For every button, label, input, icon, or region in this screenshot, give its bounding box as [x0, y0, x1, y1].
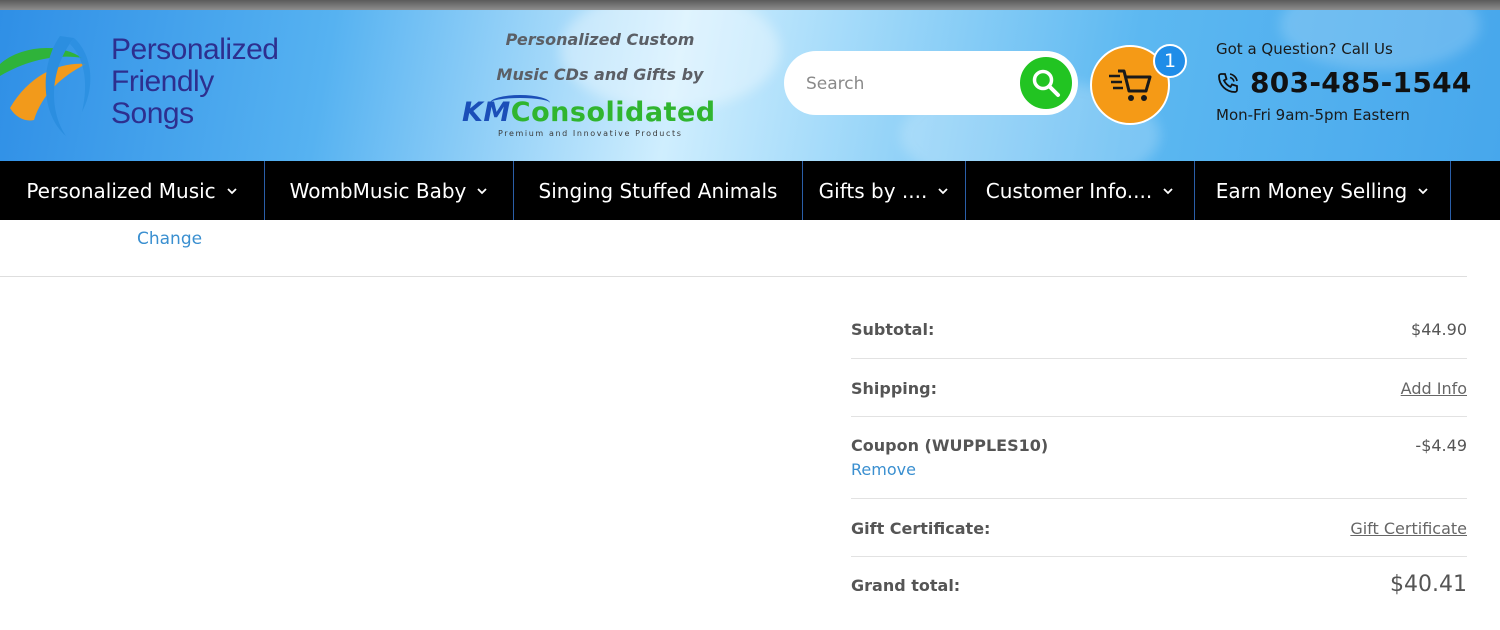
nav-item-label: Customer Info.... — [985, 178, 1153, 203]
tagline-line-2: Music CDs and Gifts by — [496, 65, 704, 84]
coupon-value: -$4.49 — [1415, 436, 1467, 455]
change-link[interactable]: Change — [137, 229, 202, 249]
nav-item-label: Earn Money Selling — [1215, 178, 1408, 203]
partner-logo-subtitle: Premium and Innovative Products — [498, 129, 683, 138]
nav-item-gifts-by[interactable]: Gifts by .... — [803, 161, 966, 220]
chevron-down-icon — [227, 187, 237, 194]
contact-hours: Mon-Fri 9am-5pm Eastern — [1216, 106, 1410, 124]
top-strip — [0, 0, 1500, 10]
coupon-row: Coupon (WUPPLES10) -$4.49 Remove — [851, 417, 1467, 499]
partner-logo-km: KM — [462, 97, 511, 128]
logo-line-1: Personalized — [111, 33, 279, 66]
partner-logo-consolidated: Consolidated — [510, 97, 716, 128]
nav-item-wombmusic-baby[interactable]: WombMusic Baby — [265, 161, 514, 220]
order-summary: Subtotal: $44.90 Shipping: Add Info Coup… — [851, 300, 1467, 617]
grand-total-row: Grand total: $40.41 — [851, 557, 1467, 617]
contact-question: Got a Question? Call Us — [1216, 40, 1393, 58]
logo-line-2: Friendly — [111, 65, 214, 98]
add-shipping-info-link[interactable]: Add Info — [1401, 379, 1467, 398]
search-icon — [1032, 69, 1060, 97]
shipping-label: Shipping: — [851, 379, 938, 398]
shipping-row: Shipping: Add Info — [851, 359, 1467, 417]
subtotal-value: $44.90 — [1411, 320, 1467, 339]
gift-certificate-label: Gift Certificate: — [851, 519, 991, 538]
gift-certificate-row: Gift Certificate: Gift Certificate — [851, 499, 1467, 557]
search-box — [784, 51, 1078, 115]
section-divider — [0, 276, 1467, 277]
nav-item-label: Gifts by .... — [818, 178, 928, 203]
nav-item-personalized-music[interactable]: Personalized Music — [0, 161, 265, 220]
phone-number: 803-485-1544 — [1250, 66, 1472, 99]
logo-text[interactable]: Personalized Friendly Songs — [111, 33, 279, 130]
partner-logo[interactable]: KMConsolidated Premium and Innovative Pr… — [462, 95, 742, 143]
nav-item-customer-info[interactable]: Customer Info.... — [966, 161, 1195, 220]
nav-item-singing-stuffed-animals[interactable]: Singing Stuffed Animals — [514, 161, 803, 220]
contact-phone-row[interactable]: 803-485-1544 — [1216, 66, 1472, 99]
nav-item-label: Personalized Music — [26, 178, 216, 203]
nav-item-label: WombMusic Baby — [289, 178, 467, 203]
tagline-line-1: Personalized Custom — [505, 30, 695, 49]
logo-swirl-icon[interactable] — [0, 24, 100, 140]
chevron-down-icon — [477, 187, 488, 194]
remove-coupon-link[interactable]: Remove — [851, 460, 916, 479]
phone-icon — [1218, 72, 1238, 93]
main-nav: Personalized Music WombMusic Baby Singin… — [0, 161, 1500, 220]
subtotal-row: Subtotal: $44.90 — [851, 300, 1467, 359]
cart-count-badge: 1 — [1153, 44, 1187, 78]
chevron-down-icon — [1163, 187, 1173, 194]
cart-icon — [1109, 69, 1152, 101]
grand-total-label: Grand total: — [851, 576, 961, 595]
search-button[interactable] — [1017, 54, 1075, 112]
decorative-flare — [560, 10, 780, 110]
subtotal-label: Subtotal: — [851, 320, 935, 339]
chevron-down-icon — [1418, 187, 1428, 194]
coupon-label: Coupon (WUPPLES10) — [851, 436, 1049, 455]
site-header: Personalized Friendly Songs Personalized… — [0, 10, 1500, 161]
nav-item-earn-money-selling[interactable]: Earn Money Selling — [1195, 161, 1451, 220]
nav-item-label: Singing Stuffed Animals — [538, 178, 778, 203]
partner-logo-text: KMConsolidated — [462, 97, 716, 128]
logo-line-3: Songs — [111, 97, 194, 130]
search-input[interactable] — [806, 71, 1006, 97]
chevron-down-icon — [938, 187, 948, 194]
gift-certificate-link[interactable]: Gift Certificate — [1350, 519, 1467, 538]
grand-total-value: $40.41 — [1390, 572, 1467, 597]
